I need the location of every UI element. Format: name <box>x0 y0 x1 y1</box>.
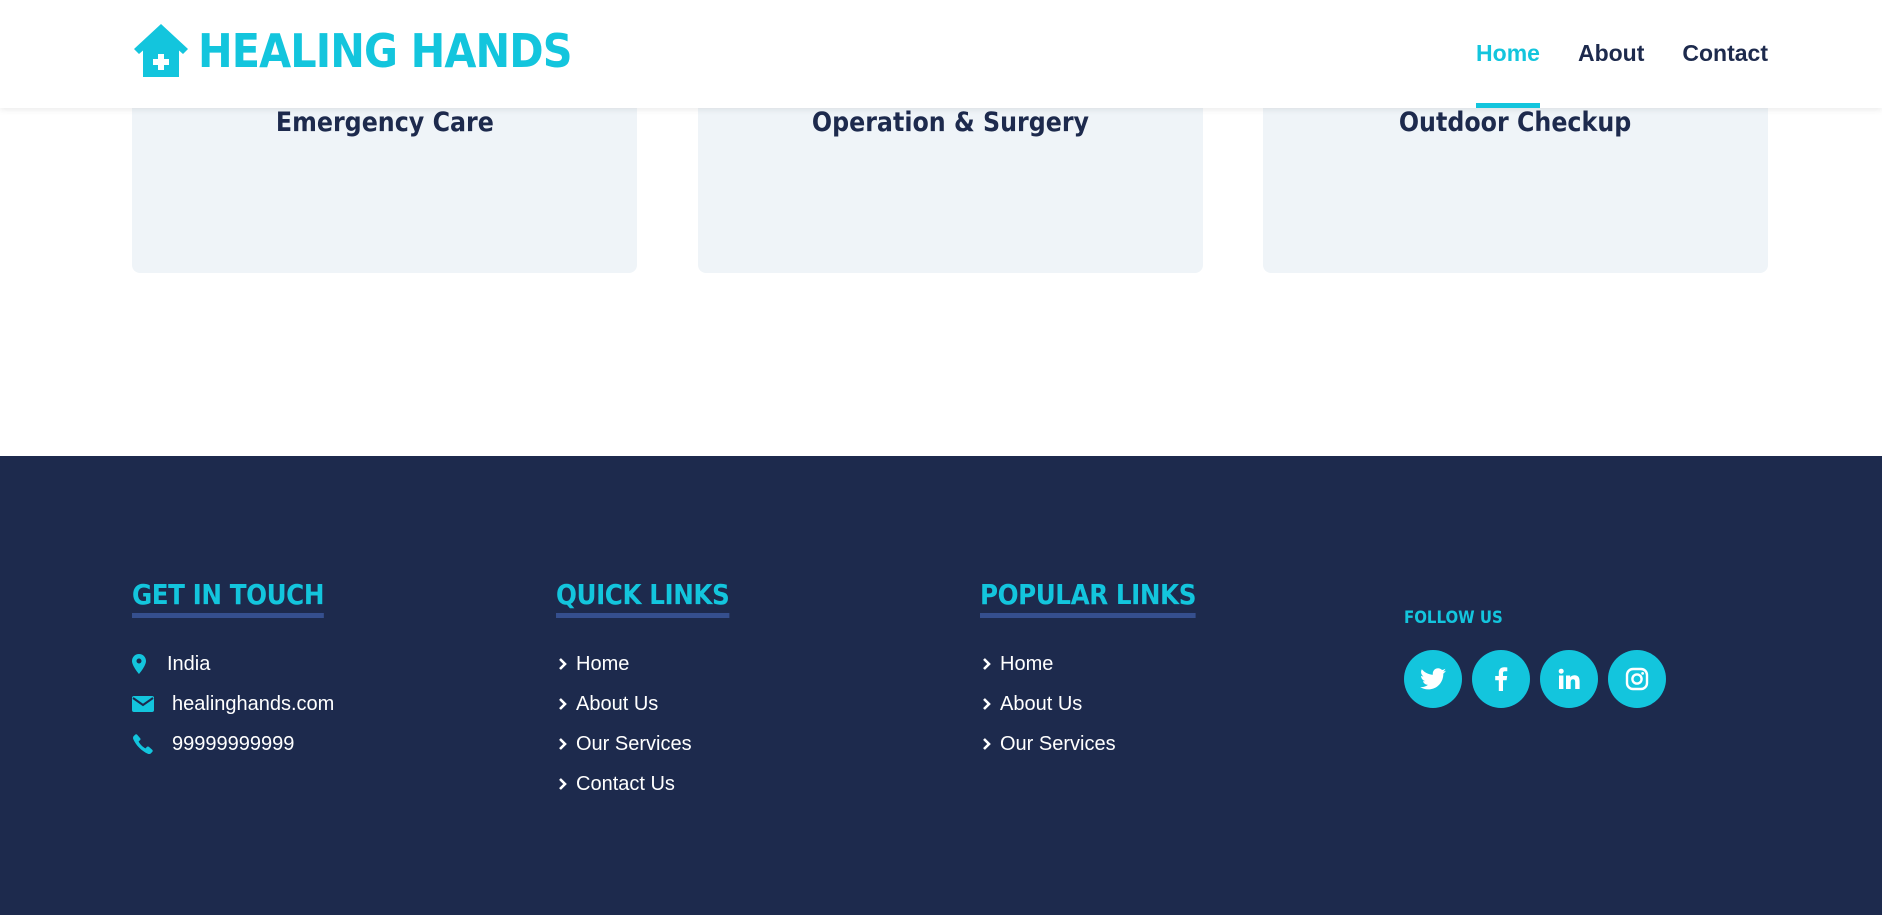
service-card-emergency: Emergency Care <box>132 90 637 273</box>
services-section: Emergency Care Operation & Surgery Outdo… <box>132 90 1768 273</box>
quick-links-heading: QUICK LINKS <box>556 578 730 618</box>
get-in-touch-column: GET IN TOUCH India healinghands.com 9999… <box>132 578 350 764</box>
chevron-right-icon <box>983 658 991 670</box>
twitter-icon[interactable] <box>1404 650 1462 708</box>
contact-phone-text[interactable]: 99999999999 <box>172 733 294 756</box>
quick-link-services[interactable]: Our Services <box>556 724 753 764</box>
phone-icon <box>132 733 154 755</box>
contact-email-text[interactable]: healinghands.com <box>172 693 334 716</box>
service-card-surgery: Operation & Surgery <box>697 90 1203 273</box>
nav-item-about[interactable]: About <box>1578 0 1644 108</box>
site-footer: GET IN TOUCH India healinghands.com 9999… <box>0 456 1882 915</box>
nav-item-contact[interactable]: Contact <box>1682 0 1768 108</box>
chevron-right-icon <box>559 738 567 750</box>
service-card-title: Emergency Care <box>275 107 494 138</box>
contact-location-text: India <box>167 652 211 675</box>
facebook-icon[interactable] <box>1472 650 1530 708</box>
linkedin-icon[interactable] <box>1540 650 1598 708</box>
instagram-icon[interactable] <box>1608 650 1666 708</box>
popular-links-heading: POPULAR LINKS <box>980 578 1196 618</box>
social-links <box>1404 650 1676 708</box>
popular-link-services[interactable]: Our Services <box>980 724 1225 764</box>
contact-location: India <box>132 644 350 684</box>
contact-email: healinghands.com <box>132 684 350 724</box>
service-card-title: Outdoor Checkup <box>1399 107 1632 138</box>
quick-link-home[interactable]: Home <box>556 644 753 684</box>
map-marker-icon <box>132 653 146 675</box>
site-header: HEALING HANDS Home About Contact <box>0 0 1882 108</box>
popular-links-column: POPULAR LINKS Home About Us Our Services <box>980 578 1225 764</box>
quick-link-label: Contact Us <box>576 772 675 795</box>
quick-link-label: Our Services <box>576 732 692 755</box>
nav-item-home[interactable]: Home <box>1476 0 1540 108</box>
quick-link-label: About Us <box>576 692 659 715</box>
quick-link-label: Home <box>576 652 630 675</box>
quick-links-column: QUICK LINKS Home About Us Our Services C… <box>556 578 753 804</box>
service-card-checkup: Outdoor Checkup <box>1263 90 1768 273</box>
quick-link-about[interactable]: About Us <box>556 684 753 724</box>
chevron-right-icon <box>983 698 991 710</box>
brand-name: HEALING HANDS <box>198 24 573 78</box>
service-card-title: Operation & Surgery <box>811 107 1089 138</box>
quick-link-contact[interactable]: Contact Us <box>556 764 753 804</box>
envelope-icon <box>132 693 154 715</box>
contact-phone: 99999999999 <box>132 724 350 764</box>
follow-us-column: FOLLOW US <box>1404 608 1676 708</box>
popular-link-label: Our Services <box>1000 732 1116 755</box>
brand-logo[interactable]: HEALING HANDS <box>132 22 613 80</box>
chevron-right-icon <box>559 658 567 670</box>
popular-link-about[interactable]: About Us <box>980 684 1225 724</box>
chevron-right-icon <box>559 778 567 790</box>
popular-link-home[interactable]: Home <box>980 644 1225 684</box>
get-in-touch-heading: GET IN TOUCH <box>132 578 324 618</box>
chevron-right-icon <box>559 698 567 710</box>
main-nav: Home About Contact <box>1438 0 1768 108</box>
house-medical-icon <box>134 24 188 77</box>
popular-link-label: Home <box>1000 652 1054 675</box>
follow-us-heading: FOLLOW US <box>1404 608 1503 628</box>
popular-link-label: About Us <box>1000 692 1083 715</box>
chevron-right-icon <box>983 738 991 750</box>
